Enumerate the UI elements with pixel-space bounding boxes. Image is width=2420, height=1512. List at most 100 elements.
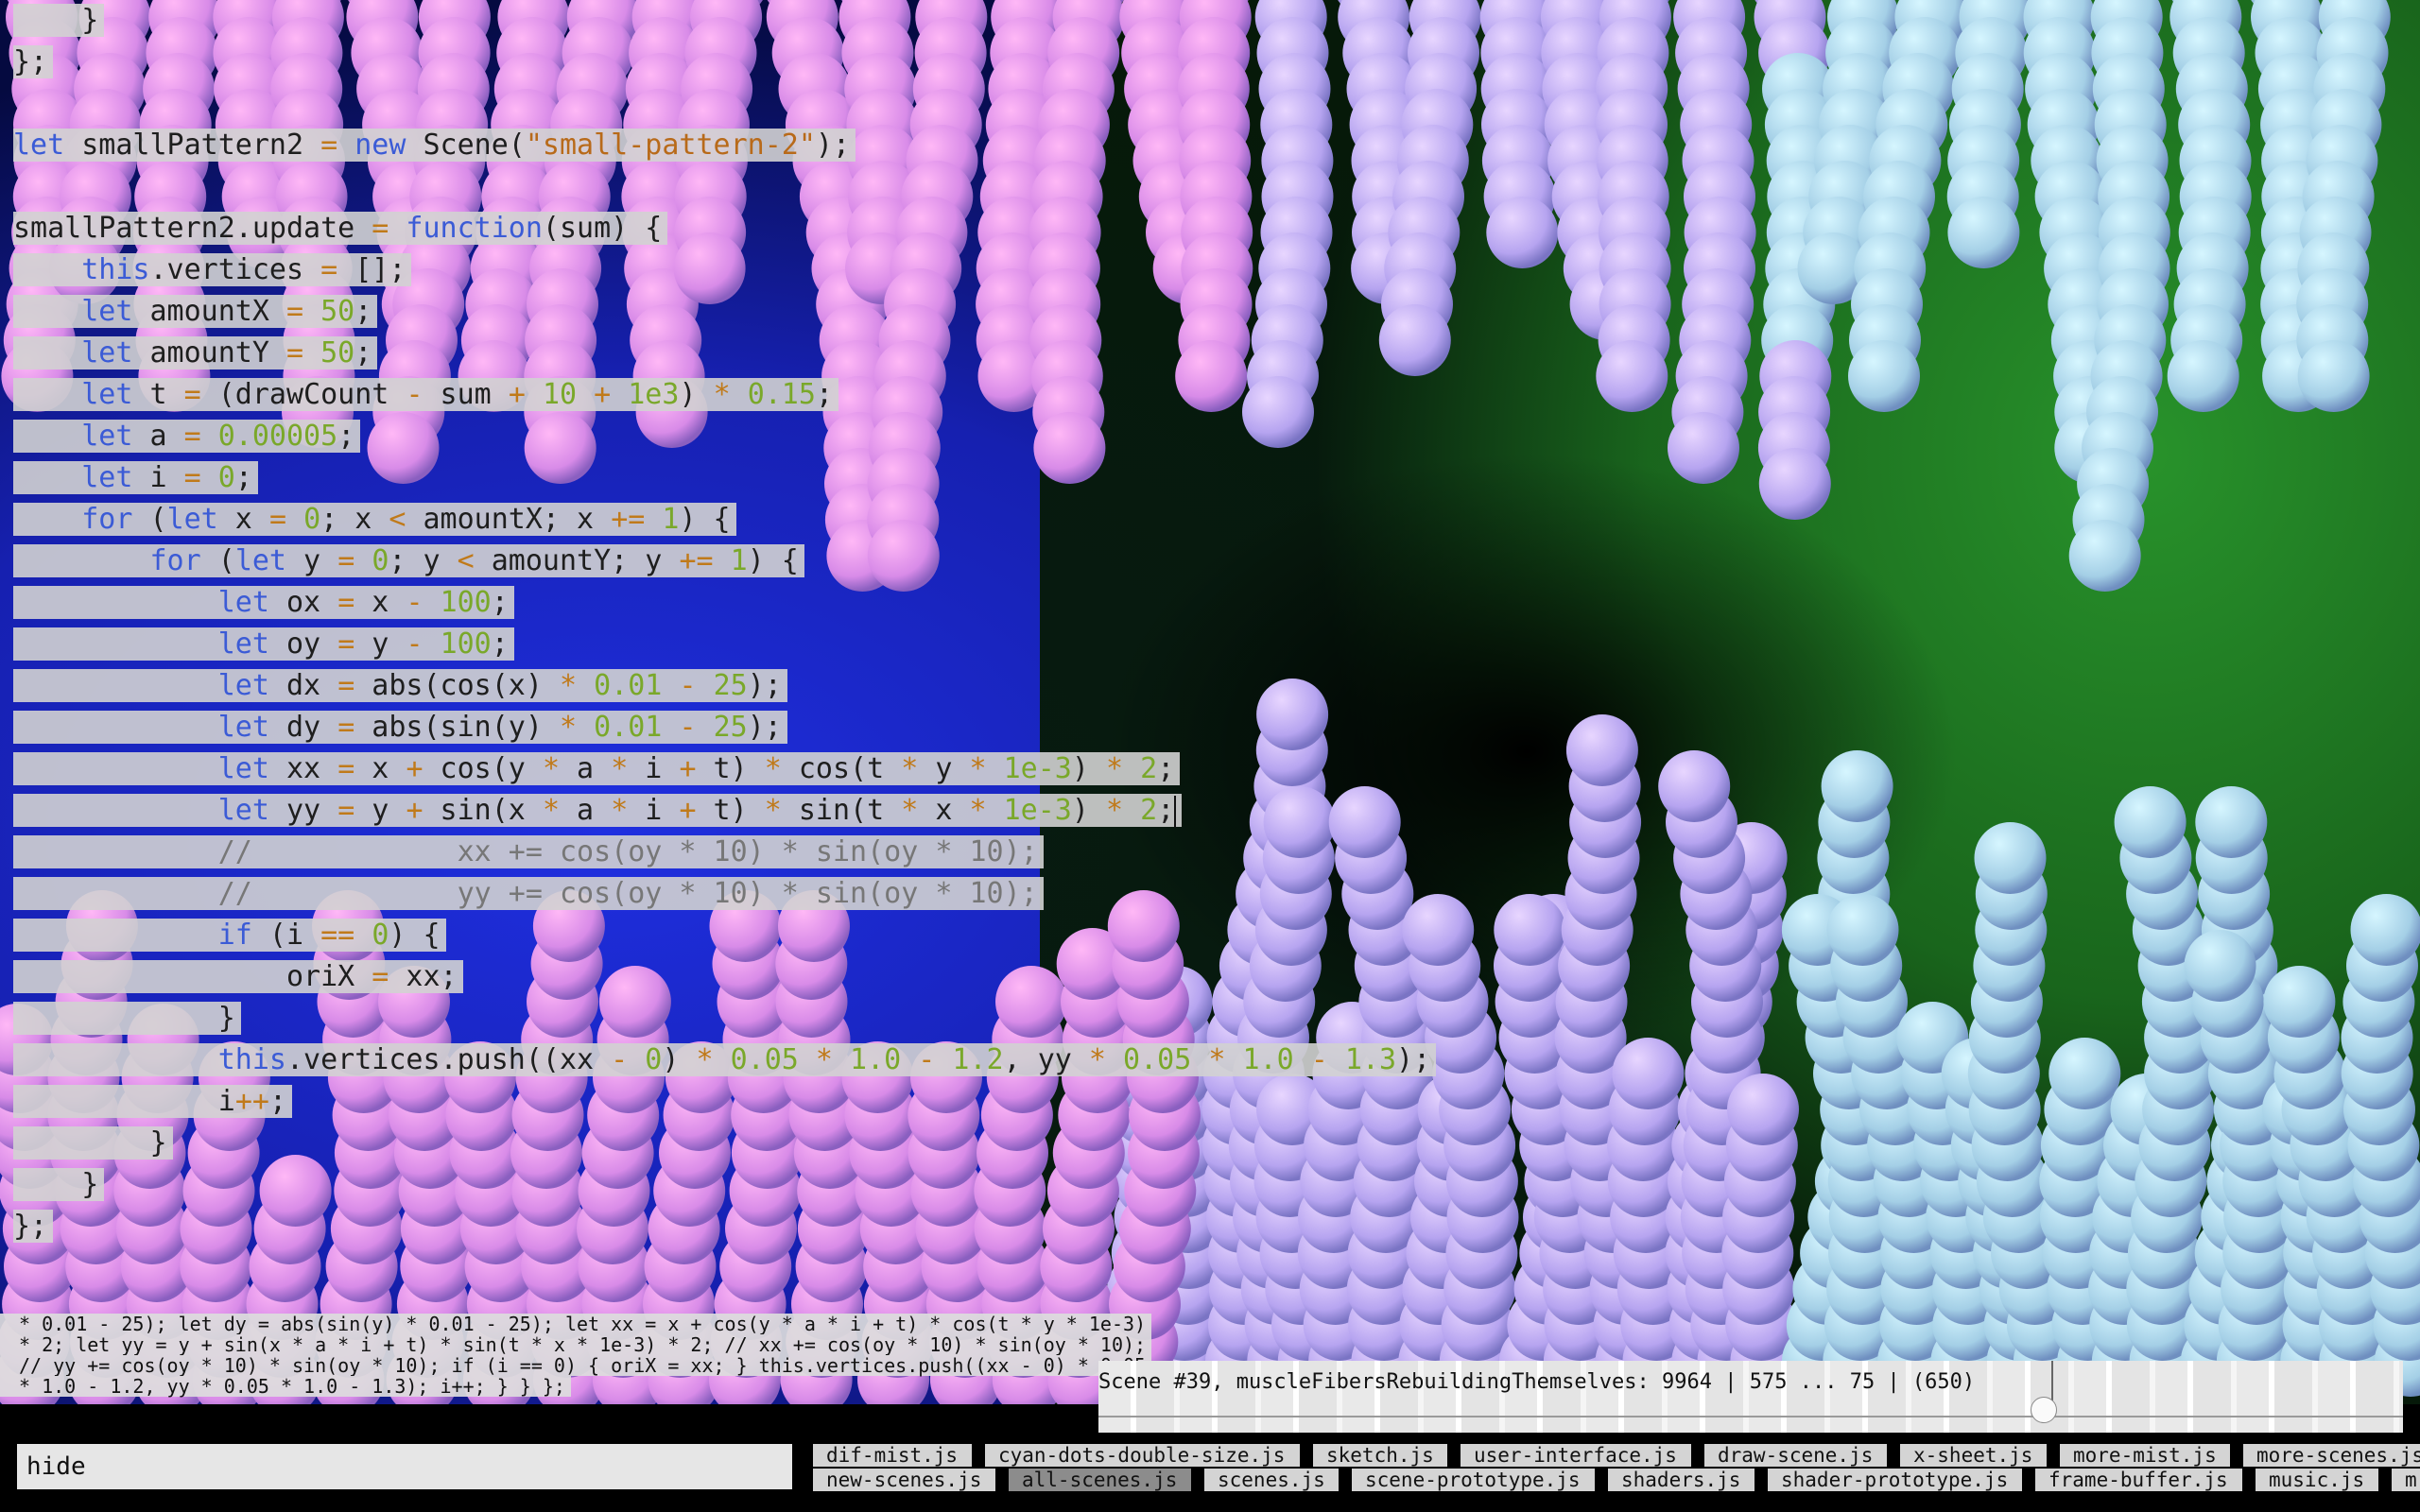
code-line[interactable]: this.vertices.push((xx - 0) * 0.05 * 1.0…: [13, 1040, 1437, 1081]
code-line-content: };: [13, 1210, 54, 1243]
code-token: +: [679, 794, 697, 827]
code-token: =: [337, 752, 355, 785]
code-token: *: [969, 752, 987, 785]
code-token: amountY: [132, 336, 286, 369]
code-token: +=: [611, 503, 646, 536]
code-token: x: [217, 503, 269, 536]
tab-more-mist[interactable]: more-mist.js: [2060, 1444, 2230, 1467]
tab-all-scenes[interactable]: all-scenes.js: [1009, 1469, 1191, 1491]
code-token: -: [679, 711, 697, 744]
code-line[interactable]: };: [13, 1206, 1436, 1247]
code-token: let: [166, 503, 218, 536]
code-line[interactable]: let smallPattern2 = new Scene("small-pat…: [13, 125, 1436, 166]
code-token: dy: [268, 711, 338, 744]
code-token: dx: [268, 669, 338, 702]
tab-music[interactable]: music.js: [2256, 1469, 2378, 1491]
tab-shaders[interactable]: shaders.js: [1608, 1469, 1754, 1491]
code-token: =: [337, 669, 355, 702]
particle-dot: [1494, 894, 1566, 966]
code-line-content: let dy = abs(sin(y) * 0.01 - 25);: [13, 711, 787, 744]
code-line-content: let oy = y - 100;: [13, 627, 514, 661]
tab-cyan-dots-double-size[interactable]: cyan-dots-double-size.js: [985, 1444, 1300, 1467]
code-token: x: [354, 586, 406, 619]
tab-user-interface[interactable]: user-interface.js: [1461, 1444, 1691, 1467]
code-line[interactable]: };: [13, 42, 1436, 83]
code-token: t): [696, 752, 765, 785]
code-line[interactable]: let xx = x + cos(y * a * i + t) * cos(t …: [13, 748, 1436, 790]
code-line[interactable]: let oy = y - 100;: [13, 624, 1436, 665]
tab-scenes[interactable]: scenes.js: [1204, 1469, 1339, 1491]
code-line[interactable]: i++;: [13, 1081, 1436, 1123]
tab-x-sheet[interactable]: x-sheet.js: [1900, 1444, 2047, 1467]
scene-slider-knob[interactable]: [2031, 1397, 2057, 1423]
code-token: 0.05: [730, 1043, 799, 1076]
code-line[interactable]: let amountX = 50;: [13, 291, 1436, 333]
tab-sketch[interactable]: sketch.js: [1313, 1444, 1447, 1467]
particle-dot: [1826, 894, 1899, 966]
code-line[interactable]: // yy += cos(oy * 10) * sin(oy * 10);: [13, 873, 1436, 915]
code-line[interactable]: }: [13, 1123, 1436, 1164]
tab-draw-scene[interactable]: draw-scene.js: [1704, 1444, 1887, 1467]
code-token: *: [611, 752, 629, 785]
tab-scene-prototype[interactable]: scene-prototype.js: [1352, 1469, 1595, 1491]
code-token: 50: [320, 336, 355, 369]
code-line[interactable]: for (let x = 0; x < amountX; x += 1) {: [13, 499, 1436, 541]
code-token: t: [132, 378, 184, 411]
code-line[interactable]: let dy = abs(sin(y) * 0.01 - 25);: [13, 707, 1436, 748]
scene-timeline[interactable]: Scene #39, muscleFibersRebuildingThemsel…: [1098, 1361, 2403, 1433]
code-token: let: [81, 461, 133, 494]
code-token: =: [268, 503, 286, 536]
code-line[interactable]: this.vertices = [];: [13, 249, 1436, 291]
code-line[interactable]: }: [13, 998, 1436, 1040]
code-line[interactable]: for (let y = 0; y < amountY; y += 1) {: [13, 541, 1436, 582]
code-token: sin(x: [423, 794, 543, 827]
tab-dif-mist[interactable]: dif-mist.js: [813, 1444, 972, 1467]
tab-frame-buffer[interactable]: frame-buffer.js: [2035, 1469, 2242, 1491]
code-line[interactable]: // xx += cos(oy * 10) * sin(oy * 10);: [13, 832, 1436, 873]
code-line[interactable]: let amountY = 50;: [13, 333, 1436, 374]
code-token: let: [81, 420, 133, 453]
code-token: amountX: [132, 295, 286, 328]
code-editor[interactable]: }}; let smallPattern2 = new Scene("small-…: [13, 0, 1437, 1247]
particle-dot: [2350, 894, 2420, 966]
code-line[interactable]: if (i == 0) {: [13, 915, 1436, 956]
code-line[interactable]: }: [13, 0, 1436, 42]
code-line[interactable]: let ox = x - 100;: [13, 582, 1436, 624]
code-line[interactable]: let i = 0;: [13, 457, 1436, 499]
particle-dot: [1565, 714, 1638, 786]
command-input[interactable]: [17, 1444, 792, 1489]
code-token: ): [679, 378, 714, 411]
code-line[interactable]: let yy = y + sin(x * a * i + t) * sin(t …: [13, 790, 1436, 832]
code-line[interactable]: let a = 0.00005;: [13, 416, 1436, 457]
tab-more-scenes[interactable]: more-scenes.js: [2243, 1444, 2420, 1467]
code-line-content: smallPattern2.update = function(sum) {: [13, 212, 668, 245]
code-line-content: oriX = xx;: [13, 960, 463, 993]
code-line[interactable]: }: [13, 1164, 1436, 1206]
code-token: <: [389, 503, 406, 536]
code-line[interactable]: [13, 83, 1436, 125]
code-line-content: i++;: [13, 1085, 292, 1118]
code-token: .vertices: [149, 253, 321, 286]
code-token: , yy: [1003, 1043, 1089, 1076]
code-line[interactable]: let t = (drawCount - sum + 10 + 1e3) * 0…: [13, 374, 1436, 416]
code-token: a: [560, 794, 612, 827]
code-line[interactable]: [13, 166, 1436, 208]
code-token: // yy += cos(oy * 10) * sin(oy * 10);: [217, 877, 1038, 910]
minified-code-preview: * 0.01 - 25); let dy = abs(sin(y) * 0.01…: [0, 1314, 1152, 1397]
code-line[interactable]: let dx = abs(cos(x) * 0.01 - 25);: [13, 665, 1436, 707]
tab-shader-prototype[interactable]: shader-prototype.js: [1768, 1469, 2022, 1491]
code-token: cos(y: [423, 752, 543, 785]
scene-slider-track[interactable]: [1098, 1416, 2403, 1418]
code-token: let: [81, 295, 133, 328]
tab-new-scenes[interactable]: new-scenes.js: [813, 1469, 995, 1491]
code-line[interactable]: smallPattern2.update = function(sum) {: [13, 208, 1436, 249]
code-token: // xx += cos(oy * 10) * sin(oy * 10);: [217, 835, 1038, 868]
tab-m[interactable]: m.js: [2392, 1469, 2420, 1491]
code-line-content: }: [13, 1168, 105, 1201]
code-line[interactable]: oriX = xx;: [13, 956, 1436, 998]
